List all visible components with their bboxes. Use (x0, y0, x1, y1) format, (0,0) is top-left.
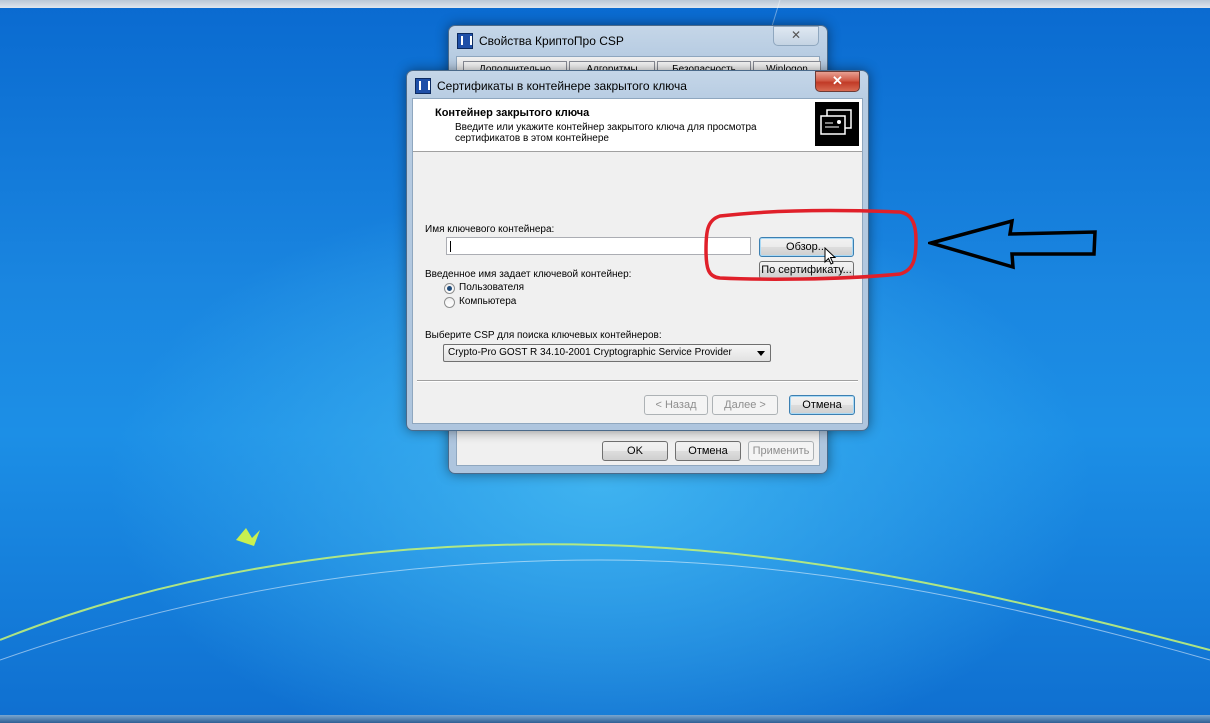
chevron-down-icon (757, 351, 765, 356)
csp-properties-title: Свойства КриптоПро CSP (479, 34, 624, 48)
dialog-close-button[interactable]: ✕ (815, 71, 860, 92)
pointer-arrow-annotation (928, 218, 1097, 270)
dialog-titlebar: Сертификаты в контейнере закрытого ключа (415, 77, 687, 95)
wallpaper-logo-icon (236, 528, 260, 546)
cryptopro-icon (457, 33, 473, 49)
cryptopro-icon (415, 78, 431, 94)
ok-button[interactable]: OK (602, 441, 668, 461)
csp-properties-titlebar: Свойства КриптоПро CSP (457, 32, 624, 50)
certificate-image-icon (815, 102, 859, 146)
apply-button[interactable]: Применить (748, 441, 814, 461)
back-button[interactable]: < Назад (644, 395, 708, 415)
text-cursor (450, 241, 451, 252)
footer-divider (417, 380, 858, 382)
header-description-line2: сертификатов в этом контейнере (455, 133, 609, 144)
computer-radio-label: Компьютера (459, 296, 517, 307)
highlight-annotation (704, 208, 918, 281)
container-name-label: Имя ключевого контейнера: (425, 224, 555, 235)
user-radio[interactable] (444, 283, 455, 294)
header-description-line1: Введите или укажите контейнер закрытого … (455, 122, 757, 133)
mouse-cursor-icon (824, 247, 837, 265)
csp-select-value: Crypto-Pro GOST R 34.10-2001 Cryptograph… (448, 347, 732, 358)
taskbar (0, 715, 1210, 723)
next-button[interactable]: Далее > (712, 395, 778, 415)
dialog-cancel-button[interactable]: Отмена (789, 395, 855, 415)
user-radio-label: Пользователя (459, 282, 525, 293)
cancel-button[interactable]: Отмена (675, 441, 741, 461)
csp-properties-close-button[interactable]: ✕ (773, 26, 819, 46)
wizard-header: Контейнер закрытого ключа Введите или ук… (413, 99, 862, 152)
dialog-title: Сертификаты в контейнере закрытого ключа (437, 79, 687, 93)
csp-select-label: Выберите CSP для поиска ключевых контейн… (425, 330, 662, 341)
computer-radio[interactable] (444, 297, 455, 308)
csp-select[interactable]: Crypto-Pro GOST R 34.10-2001 Cryptograph… (443, 344, 771, 362)
header-title: Контейнер закрытого ключа (435, 107, 590, 119)
entered-name-label: Введенное имя задает ключевой контейнер: (425, 269, 632, 280)
